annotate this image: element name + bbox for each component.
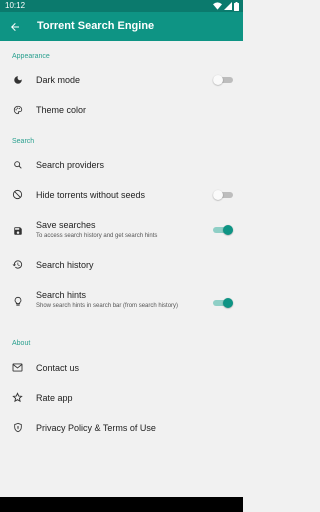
- section-header-about: About: [12, 340, 31, 347]
- setting-theme-color[interactable]: Theme color: [0, 95, 243, 125]
- theme-color-label: Theme color: [36, 105, 87, 115]
- status-bar: 10:12: [0, 0, 243, 12]
- dark-mode-label: Dark mode: [36, 75, 81, 85]
- setting-privacy-policy[interactable]: Privacy Policy & Terms of Use: [0, 413, 243, 443]
- save-searches-label: Save searches: [36, 220, 96, 230]
- app-bar: Torrent Search Engine: [0, 12, 243, 41]
- search-history-label: Search history: [36, 260, 94, 270]
- search-hints-label: Search hints: [36, 290, 87, 300]
- star-icon: [12, 392, 23, 403]
- signal-icon: [224, 2, 232, 10]
- setting-hide-torrents[interactable]: Hide torrents without seeds: [0, 180, 243, 210]
- setting-dark-mode[interactable]: Dark mode: [0, 65, 243, 95]
- moon-icon: [12, 74, 23, 85]
- section-header-appearance: Appearance: [12, 53, 50, 60]
- arrow-back-icon: [10, 22, 19, 31]
- setting-save-searches[interactable]: Save searches To access search history a…: [0, 215, 243, 249]
- save-icon: [12, 225, 23, 236]
- page-title: Torrent Search Engine: [37, 20, 155, 32]
- history-icon: [12, 259, 23, 270]
- rate-app-label: Rate app: [36, 393, 73, 403]
- contact-us-label: Contact us: [36, 363, 80, 373]
- battery-icon: [234, 1, 239, 11]
- status-icons: [213, 1, 239, 11]
- search-providers-label: Search providers: [36, 160, 105, 170]
- back-button[interactable]: [4, 16, 25, 37]
- hide-torrents-toggle[interactable]: [213, 189, 233, 201]
- setting-contact-us[interactable]: Contact us: [0, 353, 243, 383]
- hide-torrents-label: Hide torrents without seeds: [36, 190, 146, 200]
- shield-icon: [12, 422, 23, 433]
- save-searches-toggle[interactable]: [213, 224, 233, 236]
- search-icon: [12, 159, 23, 170]
- search-hints-toggle[interactable]: [213, 297, 233, 309]
- dark-mode-toggle[interactable]: [213, 74, 233, 86]
- navigation-bar: [0, 497, 243, 512]
- status-time: 10:12: [5, 1, 26, 10]
- wifi-icon: [213, 2, 222, 10]
- privacy-policy-label: Privacy Policy & Terms of Use: [36, 423, 156, 433]
- setting-search-hints[interactable]: Search hints Show search hints in search…: [0, 285, 243, 321]
- mail-icon: [12, 362, 23, 373]
- block-icon: [12, 189, 23, 200]
- save-searches-summary: To access search history and get search …: [36, 233, 158, 239]
- section-header-search: Search: [12, 138, 35, 145]
- setting-search-history[interactable]: Search history: [0, 250, 243, 280]
- setting-search-providers[interactable]: Search providers: [0, 150, 243, 180]
- palette-icon: [12, 104, 23, 115]
- setting-rate-app[interactable]: Rate app: [0, 383, 243, 413]
- search-hints-summary: Show search hints in search bar (from se…: [36, 303, 179, 309]
- lightbulb-icon: [12, 296, 23, 307]
